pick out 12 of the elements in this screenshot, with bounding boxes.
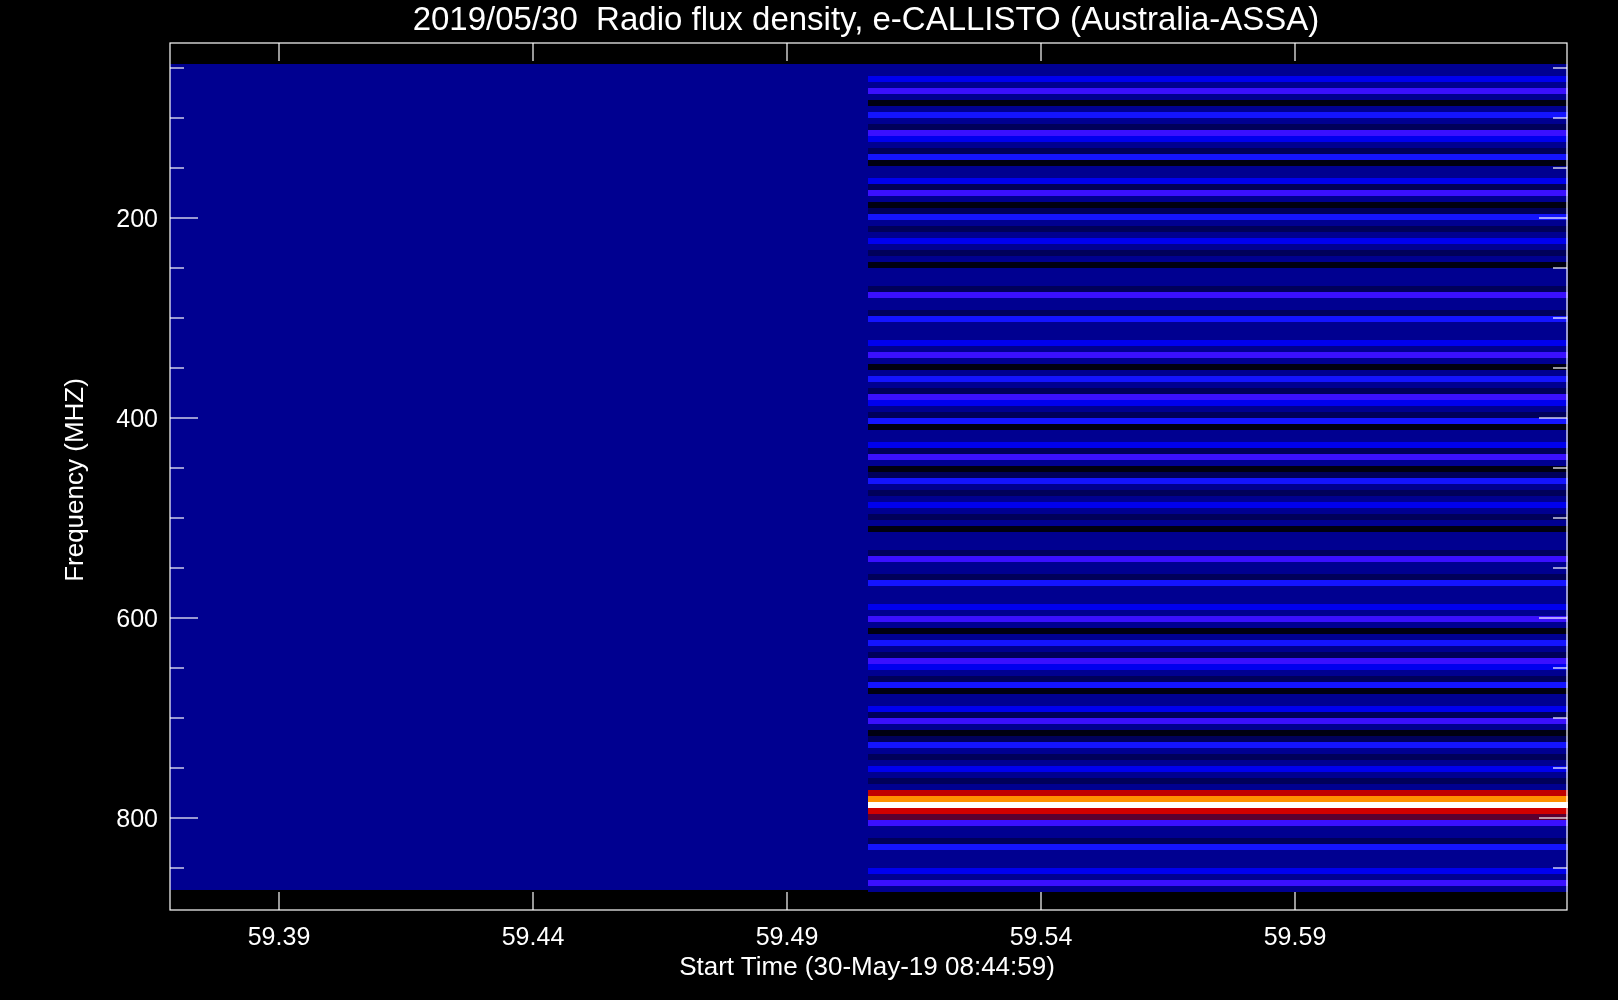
x-tick-label: 59.59 [1263,922,1327,950]
y-tick-label: 400 [116,404,158,432]
y-tick-label: 800 [116,804,158,832]
x-tick-label: 59.54 [1009,922,1073,950]
x-tick-label: 59.39 [247,922,311,950]
x-tick-label: 59.44 [501,922,565,950]
y-axis-label: Frequency (MHZ) [59,378,89,582]
x-tick-label: 59.49 [755,922,819,950]
y-tick-label: 200 [116,204,158,232]
y-tick-label: 600 [116,604,158,632]
x-axis-label: Start Time (30-May-19 08:44:59) [679,951,1055,981]
chart-title: 2019/05/30 Radio flux density, e-CALLISTO (Australia-ASSA) [412,0,1320,37]
